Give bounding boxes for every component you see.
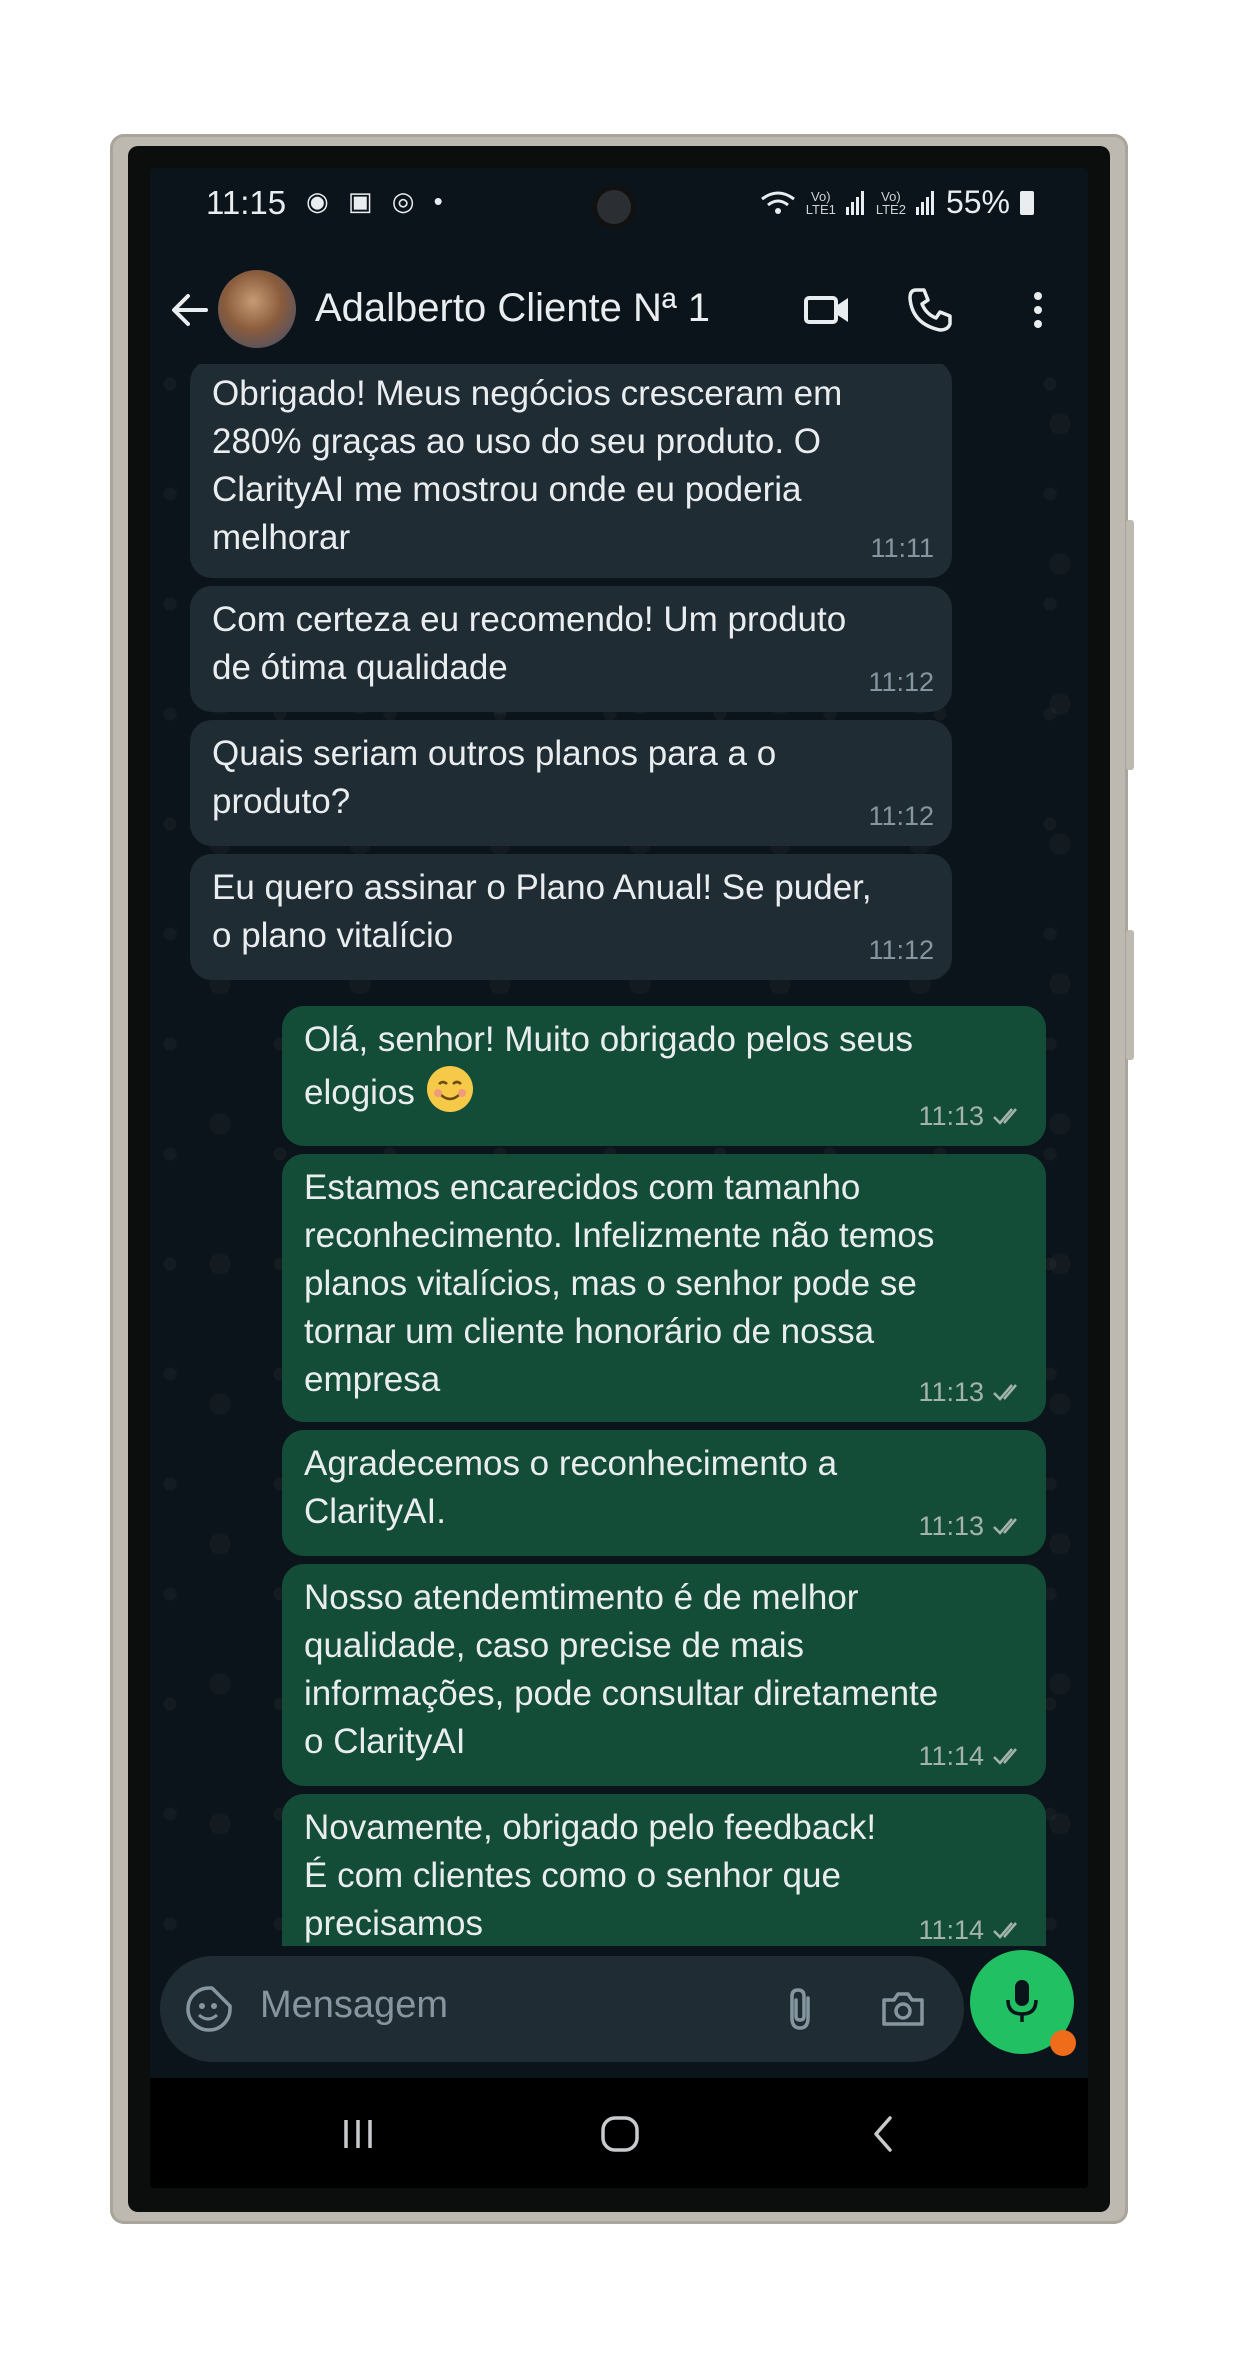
message-text-body: Olá, senhor! Muito obrigado pelos seus e… — [304, 1020, 913, 1112]
message-outgoing[interactable]: Novamente, obrigado pelo feedback! É com… — [282, 1794, 1046, 1946]
read-ticks-icon — [993, 1518, 1017, 1535]
volte-label: Vo) — [811, 188, 831, 204]
chat-header: Adalberto Cliente Nª 1 — [150, 248, 1088, 372]
lte1-label: LTE1 — [805, 201, 836, 217]
read-ticks-icon — [993, 1922, 1017, 1939]
message-time: 11:13 — [918, 1511, 984, 1541]
message-time: 11:14 — [918, 1915, 984, 1945]
front-camera — [597, 190, 631, 224]
message-text: Agradecemos o reconhecimento a ClarityAI… — [304, 1444, 838, 1531]
mic-icon — [1006, 1980, 1038, 2022]
message-text: Obrigado! Meus negócios cresceram em 280… — [212, 374, 843, 557]
message-text: Com certeza eu recomendo! Um produto de … — [212, 600, 847, 687]
home-icon[interactable] — [598, 2112, 642, 2156]
signal-icon-2 — [915, 190, 936, 215]
back-nav-icon[interactable] — [862, 2112, 906, 2156]
message-time: 11:12 — [868, 935, 934, 965]
camera-icon[interactable] — [878, 1984, 928, 2034]
signal-icon-1 — [845, 190, 866, 215]
notification-badge — [1050, 2030, 1076, 2056]
message-time: 11:12 — [868, 667, 934, 697]
message-incoming[interactable]: Obrigado! Meus negócios cresceram em 280… — [190, 364, 952, 578]
message-incoming[interactable]: Quais seriam outros planos para a o prod… — [190, 720, 952, 846]
power-button — [1126, 930, 1134, 1060]
message-outgoing[interactable]: Agradecemos o reconhecimento a ClarityAI… — [282, 1430, 1046, 1556]
network-sim1: Vo) LTE1 — [806, 190, 836, 216]
wifi-icon — [760, 191, 795, 214]
lte2-label: LTE2 — [875, 201, 906, 217]
message-time: 11:13 — [918, 1377, 984, 1407]
message-text: Quais seriam outros planos para a o prod… — [212, 734, 777, 821]
message-time: 11:12 — [868, 801, 934, 831]
system-nav-bar — [150, 2078, 1088, 2188]
battery-icon — [1020, 190, 1034, 215]
message-text: Novamente, obrigado pelo feedback! É com… — [304, 1808, 877, 1943]
read-ticks-icon — [993, 1108, 1017, 1125]
avatar[interactable] — [218, 270, 296, 348]
message-outgoing[interactable]: Estamos encarecidos com tamanho reconhec… — [282, 1154, 1046, 1422]
read-ticks-icon — [993, 1384, 1017, 1401]
more-vert-icon[interactable] — [1012, 284, 1064, 336]
network-sim2: Vo) LTE2 — [875, 188, 906, 217]
message-incoming[interactable]: Eu quero assinar o Plano Anual! Se puder… — [190, 854, 952, 980]
message-input[interactable]: Mensagem — [260, 1984, 448, 2027]
status-bar: 11:15 ◉ ▣ ◎ • Vo) LTE1 Vo) LTE2 55% — [150, 168, 1088, 238]
read-ticks-icon — [993, 1748, 1017, 1765]
chat-area[interactable]: Obrigado! Meus negócios cresceram em 280… — [150, 364, 1088, 1946]
recent-apps-icon[interactable] — [336, 2112, 380, 2156]
status-time: 11:15 — [206, 184, 287, 221]
message-text: Nosso atendemtimento é de melhor qualida… — [304, 1578, 939, 1761]
message-outgoing[interactable]: Nosso atendemtimento é de melhor qualida… — [282, 1564, 1046, 1786]
contact-name[interactable]: Adalberto Cliente Nª 1 — [315, 286, 710, 331]
message-text: Estamos encarecidos com tamanho reconhec… — [304, 1168, 935, 1399]
screen: 11:15 ◉ ▣ ◎ • Vo) LTE1 Vo) LTE2 55% Adal… — [150, 168, 1088, 2188]
message-time: 11:13 — [918, 1101, 984, 1131]
video-call-icon[interactable] — [802, 284, 854, 336]
notification-icons: ◉ ▣ ◎ • — [306, 186, 449, 216]
battery-percent: 55% — [945, 184, 1010, 220]
back-arrow-icon[interactable] — [166, 286, 214, 334]
message-incoming[interactable]: Com certeza eu recomendo! Um produto de … — [190, 586, 952, 712]
smiling-face-emoji-icon — [426, 1066, 473, 1112]
volume-button — [1126, 520, 1134, 770]
message-time: 11:11 — [870, 533, 934, 563]
attach-icon[interactable] — [776, 1984, 826, 2034]
emoji-sticker-icon[interactable] — [184, 1984, 234, 2034]
message-input-bar[interactable]: Mensagem — [160, 1956, 964, 2062]
phone-icon[interactable] — [904, 284, 956, 336]
message-outgoing[interactable]: Olá, senhor! Muito obrigado pelos seus e… — [282, 1006, 1046, 1146]
message-text: Eu quero assinar o Plano Anual! Se puder… — [212, 868, 872, 955]
message-text: Olá, senhor! Muito obrigado pelos seus e… — [304, 1016, 1024, 1117]
message-time: 11:14 — [918, 1741, 984, 1771]
status-right: Vo) LTE1 Vo) LTE2 55% — [760, 184, 1034, 221]
